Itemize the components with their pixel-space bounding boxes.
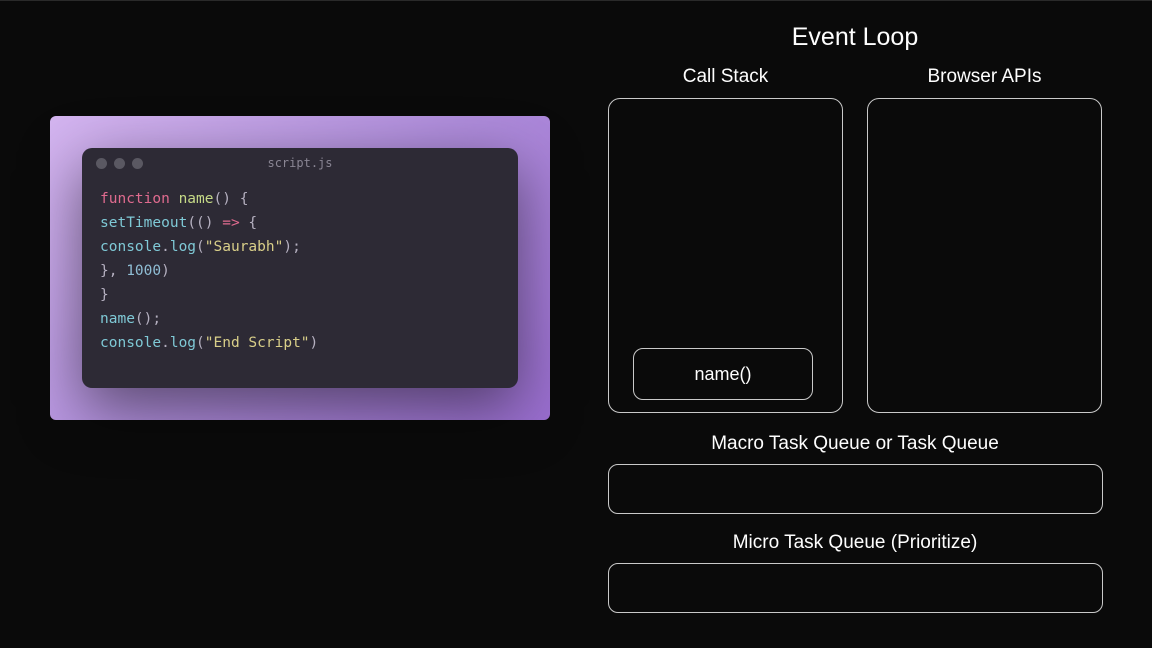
browser-apis-label: Browser APIs [927, 66, 1041, 88]
code-line-3: console.log("Saurabh"); [100, 236, 500, 260]
traffic-lights [96, 158, 143, 169]
code-line-2: setTimeout(() => { [100, 212, 500, 236]
code-line-6: name(); [100, 308, 500, 332]
event-loop-diagram: Event Loop Call Stack name() Browser API… [590, 23, 1120, 631]
editor-header: script.js [82, 148, 518, 178]
browser-apis-column: Browser APIs [867, 66, 1102, 413]
call-stack-label: Call Stack [683, 66, 769, 88]
traffic-light-close-icon [96, 158, 107, 169]
traffic-light-minimize-icon [114, 158, 125, 169]
macro-task-queue-box [608, 464, 1103, 514]
macro-task-queue-label: Macro Task Queue or Task Queue [711, 433, 999, 455]
call-stack-column: Call Stack name() [608, 66, 843, 413]
event-loop-title: Event Loop [590, 23, 1120, 52]
editor-window: script.js function name() { setTimeout((… [82, 148, 518, 388]
code-line-4: }, 1000) [100, 260, 500, 284]
code-line-5: } [100, 284, 500, 308]
micro-task-queue-label: Micro Task Queue (Prioritize) [733, 532, 978, 554]
stack-and-apis-row: Call Stack name() Browser APIs [590, 66, 1120, 413]
micro-task-queue-box [608, 563, 1103, 613]
micro-task-queue-section: Micro Task Queue (Prioritize) [590, 532, 1120, 613]
editor-body: function name() { setTimeout(() => { con… [82, 178, 518, 373]
macro-task-queue-section: Macro Task Queue or Task Queue [590, 433, 1120, 514]
editor-filename: script.js [267, 156, 332, 170]
code-editor-panel: script.js function name() { setTimeout((… [50, 116, 550, 420]
code-line-1: function name() { [100, 188, 500, 212]
code-line-7: console.log("End Script") [100, 332, 500, 356]
traffic-light-maximize-icon [132, 158, 143, 169]
call-stack-item: name() [633, 348, 813, 400]
call-stack-box: name() [608, 98, 843, 413]
browser-apis-box [867, 98, 1102, 413]
